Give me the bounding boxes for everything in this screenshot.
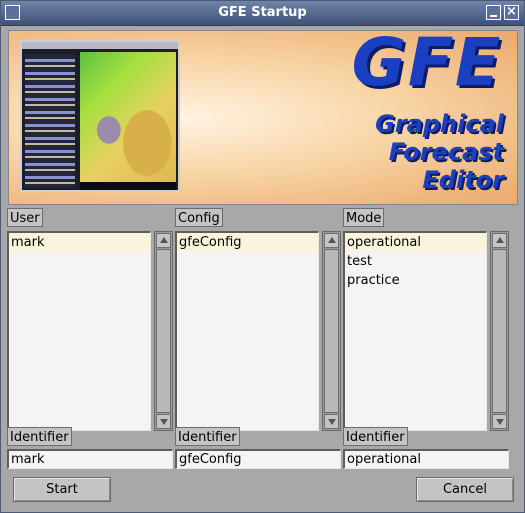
scroll-up-icon[interactable] [156, 233, 171, 248]
scroll-thumb[interactable] [324, 249, 339, 413]
gfe-logo: GFE [351, 30, 502, 101]
mode-listbox[interactable]: operational test practice [343, 231, 487, 431]
gfe-screenshot-thumbnail [20, 40, 180, 192]
mode-identifier-label: Identifier [343, 427, 408, 446]
user-header: User [7, 208, 43, 227]
mode-list-item[interactable]: practice [345, 271, 486, 290]
user-identifier-input[interactable] [7, 449, 173, 469]
gfe-banner: GFE Graphical Forecast Editor [8, 30, 518, 205]
user-list-item[interactable]: mark [9, 233, 150, 252]
config-identifier-input[interactable] [175, 449, 341, 469]
mode-identifier-input[interactable] [343, 449, 509, 469]
close-icon[interactable]: × [504, 4, 519, 20]
mode-scrollbar[interactable] [490, 231, 509, 431]
config-header: Config [175, 208, 223, 227]
config-scrollbar[interactable] [322, 231, 341, 431]
config-list-item[interactable]: gfeConfig [177, 233, 318, 252]
logo-line-2: Forecast [388, 138, 504, 166]
scroll-up-icon[interactable] [324, 233, 339, 248]
start-button[interactable]: Start [13, 477, 111, 502]
scroll-up-icon[interactable] [492, 233, 507, 248]
mode-list-item[interactable]: operational [345, 233, 486, 252]
config-listbox[interactable]: gfeConfig [175, 231, 319, 431]
scroll-down-icon[interactable] [156, 414, 171, 429]
window-title: GFE Startup [218, 5, 307, 20]
gfe-startup-window: GFE Startup × GFE Graphical Forecast Edi… [0, 0, 525, 513]
scroll-thumb[interactable] [156, 249, 171, 413]
minimize-icon[interactable] [486, 5, 501, 20]
title-bar[interactable]: GFE Startup × [1, 1, 524, 26]
mode-list-item[interactable]: test [345, 252, 486, 271]
user-scrollbar[interactable] [154, 231, 173, 431]
scroll-down-icon[interactable] [324, 414, 339, 429]
logo-line-3: Editor [422, 166, 504, 194]
user-listbox[interactable]: mark [7, 231, 151, 431]
config-identifier-label: Identifier [175, 427, 240, 446]
scroll-thumb[interactable] [492, 249, 507, 413]
scroll-down-icon[interactable] [492, 414, 507, 429]
mode-header: Mode [343, 208, 385, 227]
user-identifier-label: Identifier [7, 427, 72, 446]
cancel-button[interactable]: Cancel [416, 477, 514, 502]
logo-line-1: Graphical [375, 110, 504, 138]
